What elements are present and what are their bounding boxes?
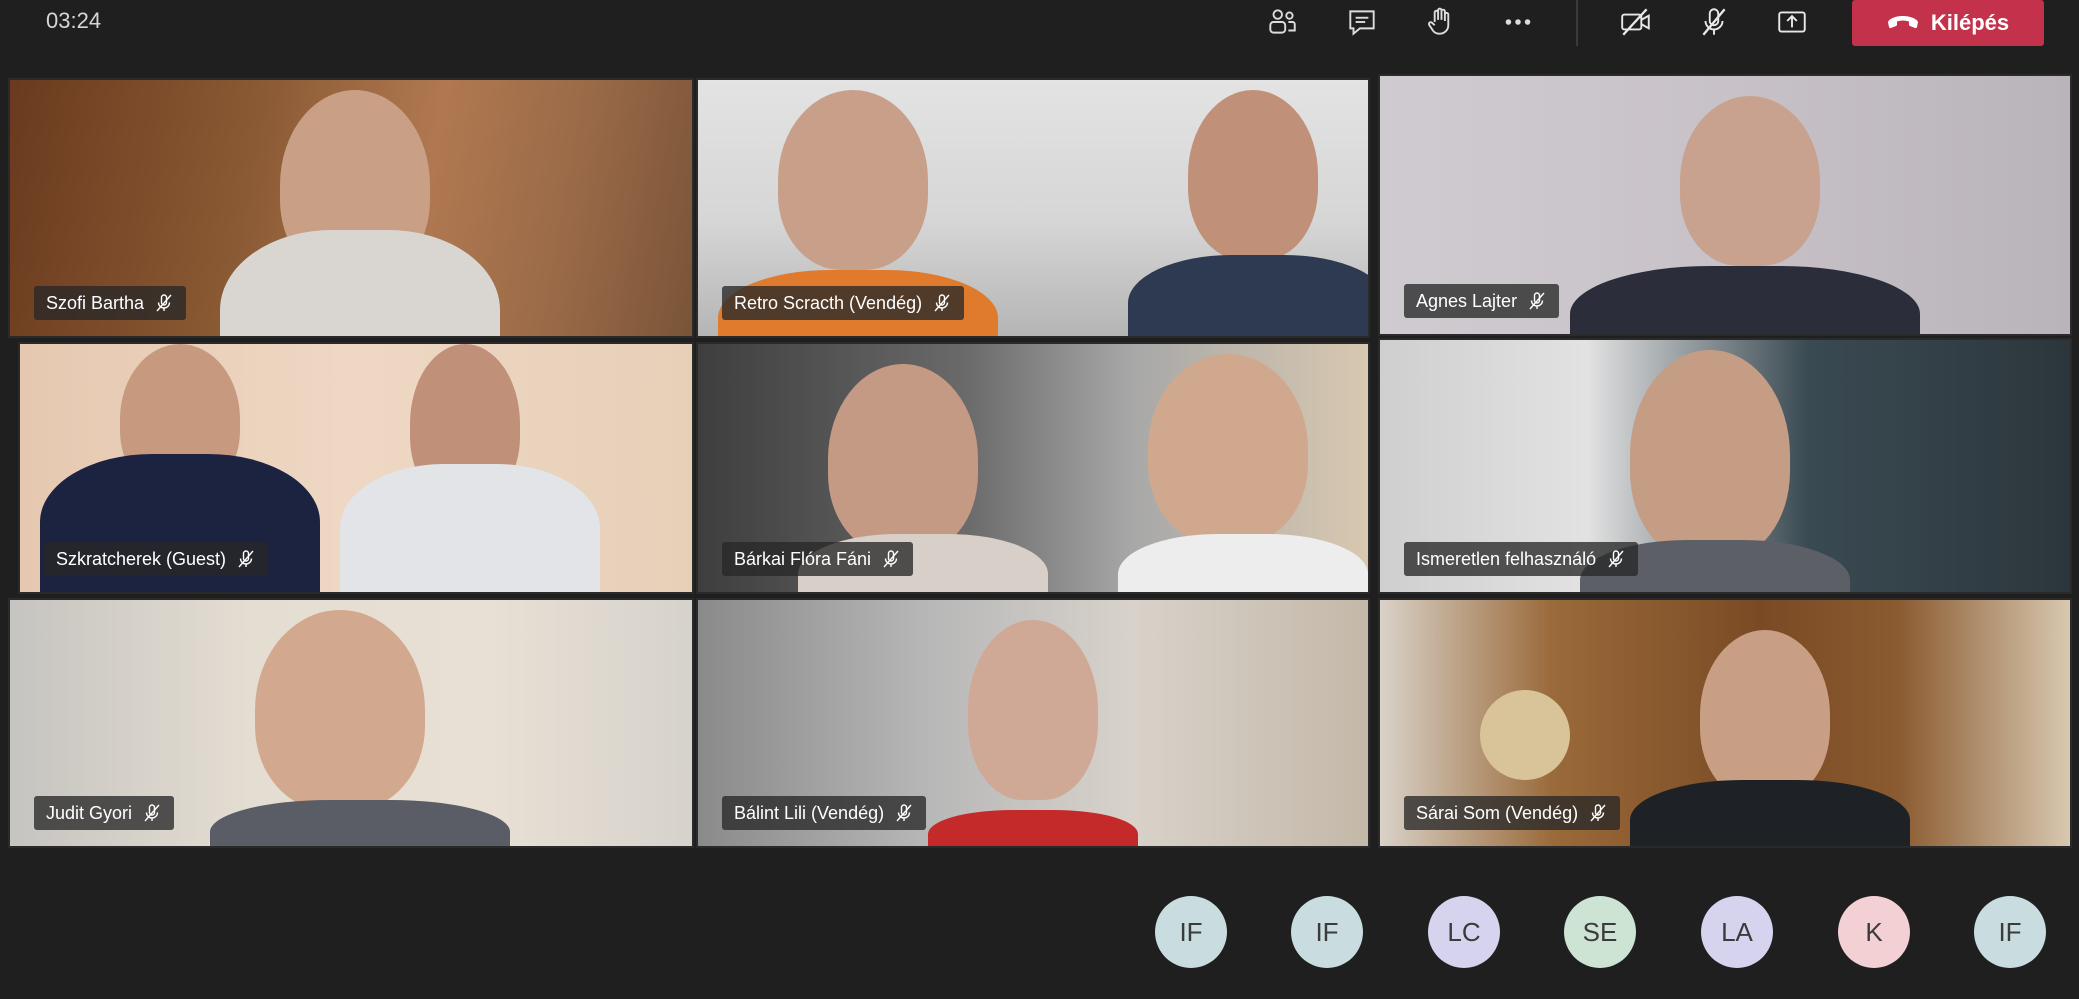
mic-off-icon [1529,292,1545,310]
chat-icon[interactable] [1340,2,1384,42]
video-tile-balint-lili[interactable]: Bálint Lili (Vendég) [696,598,1370,848]
share-screen-icon[interactable] [1770,2,1814,42]
camera-off-icon[interactable] [1614,2,1658,42]
participant-avatar[interactable]: IF [1974,896,2046,968]
participant-name-label: Sárai Som (Vendég) [1404,796,1621,830]
avatar-initials: SE [1582,916,1618,947]
participant-avatar[interactable]: SE [1564,896,1636,968]
participant-name-label: Szkratcherek (Guest) [44,542,269,576]
video-tile-szofi-bartha[interactable]: Szofi Bartha [8,78,694,338]
mic-off-icon [883,550,899,568]
participant-name-label: Judit Gyori [34,796,175,830]
call-timer: 03:24 [46,8,102,33]
video-tile-judit-gyori[interactable]: Judit Gyori [8,598,694,848]
video-tile-sarai-som[interactable]: Sárai Som (Vendég) [1378,598,2072,848]
avatar-initials: IF [1179,916,1203,947]
mic-off-icon [1608,550,1624,568]
participant-name: Szofi Bartha [46,293,145,313]
participant-avatar[interactable]: IF [1155,896,1227,968]
participant-name: Bárkai Flóra Fáni [734,549,872,569]
participant-name: Judit Gyori [46,803,133,823]
participant-name: Sárai Som (Vendég) [1416,803,1579,823]
meeting-top-bar: 03:24 Kilépés [0,0,2079,64]
mic-off-icon [896,804,912,822]
avatar-initials: IF [1998,916,2022,947]
video-tile-agnes-lajter[interactable]: Agnes Lajter [1378,74,2072,336]
participant-avatar[interactable]: IF [1291,896,1363,968]
mic-off-icon [144,804,160,822]
participant-name: Bálint Lili (Vendég) [734,803,885,823]
hang-up-icon [1887,16,1918,29]
participant-name-label: Retro Scracth (Vendég) [722,286,965,320]
video-tile-szkratcherek[interactable]: Szkratcherek (Guest) [18,342,694,594]
participant-name-label: Ismeretlen felhasználó [1404,542,1639,576]
participants-icon[interactable] [1260,2,1304,42]
more-options-icon[interactable] [1496,2,1540,42]
participant-name: Szkratcherek (Guest) [56,549,227,569]
video-tile-retro-scracth[interactable]: Retro Scracth (Vendég) [696,78,1370,338]
raise-hand-icon[interactable] [1418,2,1462,42]
participant-avatar[interactable]: K [1838,896,1910,968]
participant-name-label: Bálint Lili (Vendég) [722,796,927,830]
participant-name-label: Agnes Lajter [1404,284,1560,318]
mic-off-icon[interactable] [1692,2,1736,42]
leave-button-label: Kilépés [1930,10,2010,35]
avatar-initials: K [1865,916,1883,947]
mic-off-icon [156,294,172,312]
participant-name: Retro Scracth (Vendég) [734,293,923,313]
leave-button[interactable]: Kilépés [1852,0,2044,46]
avatar-initials: LA [1721,916,1753,947]
video-tile-barkai-flora-fani[interactable]: Bárkai Flóra Fáni [696,342,1370,594]
participant-name: Agnes Lajter [1416,291,1518,311]
mic-off-icon [934,294,950,312]
mic-off-icon [1590,804,1606,822]
participant-name: Ismeretlen felhasználó [1416,549,1597,569]
avatar-initials: IF [1315,916,1339,947]
mic-off-icon [238,550,254,568]
avatar-initials: LC [1447,916,1481,947]
participant-name-label: Szofi Bartha [34,286,187,320]
participant-avatar[interactable]: LC [1428,896,1500,968]
video-tile-ismeretlen-felhasznalo[interactable]: Ismeretlen felhasználó [1378,338,2072,594]
participant-name-label: Bárkai Flóra Fáni [722,542,914,576]
participant-avatar[interactable]: LA [1701,896,1773,968]
toolbar-divider [1576,0,1578,46]
